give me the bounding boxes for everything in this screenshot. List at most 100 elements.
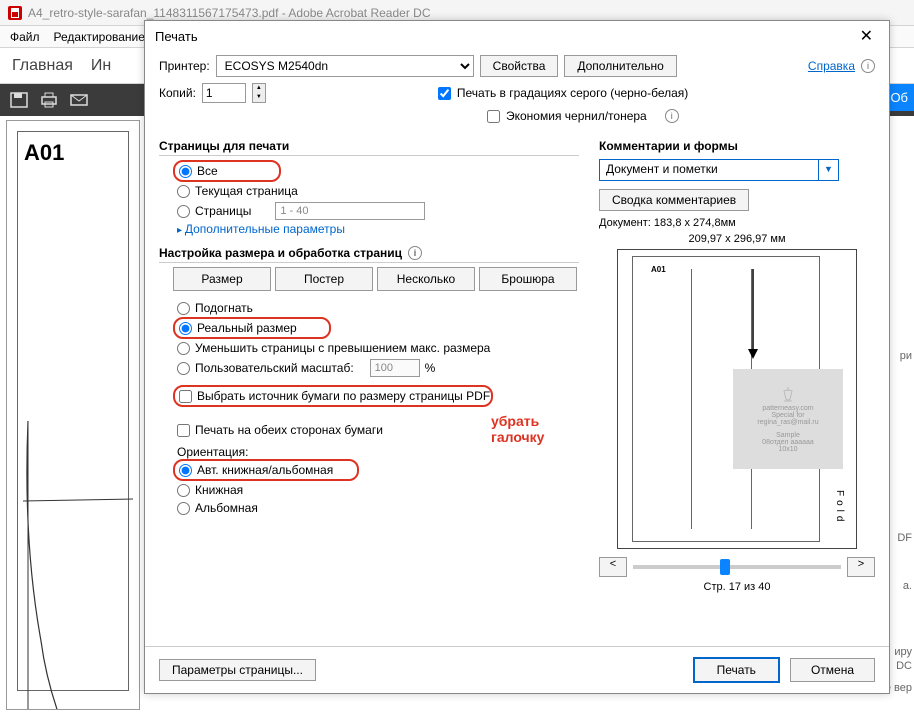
tab-booklet[interactable]: Брошюра xyxy=(479,267,577,291)
printer-select[interactable]: ECOSYS M2540dn xyxy=(216,55,474,77)
bg-text: ри xyxy=(900,350,912,362)
radio-orient-auto-label: Авт. книжная/альбомная xyxy=(197,463,333,477)
cancel-button[interactable]: Отмена xyxy=(790,658,875,682)
doc-page-label: A01 xyxy=(24,140,122,166)
slider-thumb[interactable] xyxy=(720,559,730,575)
radio-orient-landscape[interactable] xyxy=(177,502,190,515)
radio-shrink-label: Уменьшить страницы с превышением макс. р… xyxy=(195,341,490,355)
copies-input[interactable] xyxy=(202,83,246,103)
radio-actual-hl: Реальный размер xyxy=(173,317,331,339)
chevron-down-icon: ▼ xyxy=(818,160,838,180)
save-ink-checkbox[interactable] xyxy=(487,110,500,123)
radio-all-label: Все xyxy=(197,164,218,178)
pct-label: % xyxy=(425,361,436,375)
info-icon[interactable]: i xyxy=(408,246,422,260)
page-setup-button[interactable]: Параметры страницы... xyxy=(159,659,316,681)
orient-auto-hl: Авт. книжная/альбомная xyxy=(173,459,359,481)
tab-tools[interactable]: Ин xyxy=(91,57,111,75)
menu-file[interactable]: Файл xyxy=(10,30,40,44)
bg-text: иру xyxy=(894,646,912,658)
print-button[interactable]: Печать xyxy=(693,657,780,683)
left-column: Страницы для печати Все Текущая страница… xyxy=(159,129,579,646)
print-dialog: Печать ✕ Принтер: ECOSYS M2540dn Свойств… xyxy=(144,20,890,694)
radio-orient-portrait-label: Книжная xyxy=(195,483,243,497)
copies-spinner[interactable]: ▲▼ xyxy=(252,83,266,103)
close-icon[interactable]: ✕ xyxy=(854,24,879,48)
bg-text: а. xyxy=(903,580,912,592)
page-slider[interactable] xyxy=(633,565,841,569)
duplex-checkbox[interactable] xyxy=(177,424,190,437)
radio-orient-portrait[interactable] xyxy=(177,484,190,497)
radio-current[interactable] xyxy=(177,185,190,198)
custom-scale-input xyxy=(370,359,420,377)
summarize-button[interactable]: Сводка комментариев xyxy=(599,189,749,211)
copies-label: Копий: xyxy=(159,86,196,100)
tab-multiple[interactable]: Несколько xyxy=(377,267,475,291)
printer-label: Принтер: xyxy=(159,59,210,73)
save-ink-label: Экономия чернил/тонера xyxy=(506,109,647,123)
advanced-button[interactable]: Дополнительно xyxy=(564,55,676,77)
radio-orient-auto[interactable] xyxy=(179,464,192,477)
tab-home[interactable]: Главная xyxy=(12,57,73,75)
menu-edit[interactable]: Редактирование xyxy=(54,30,145,44)
duplex-label: Печать на обеих сторонах бумаги xyxy=(195,423,383,437)
pages-range-input[interactable] xyxy=(275,202,425,220)
paper-source-label: Выбрать источник бумаги по размеру стран… xyxy=(197,389,490,403)
more-options-link[interactable]: Дополнительные параметры xyxy=(159,222,579,236)
radio-actual[interactable] xyxy=(179,322,192,335)
radio-orient-landscape-label: Альбомная xyxy=(195,501,258,515)
radio-actual-label: Реальный размер xyxy=(197,321,297,335)
pages-header: Страницы для печати xyxy=(159,139,579,156)
right-column: Комментарии и формы Документ и пометки ▼… xyxy=(599,129,875,646)
radio-fit[interactable] xyxy=(177,302,190,315)
print-icon[interactable] xyxy=(40,92,58,108)
radio-all[interactable] xyxy=(179,165,192,178)
info-icon[interactable]: i xyxy=(665,109,679,123)
help-icon[interactable]: i xyxy=(861,59,875,73)
annotation-text: убрать xyxy=(491,413,539,429)
fold-label: Fold xyxy=(834,490,845,525)
print-preview: A01 patterneasy.comSpecial forregina_ras… xyxy=(617,249,857,549)
radio-custom[interactable] xyxy=(177,362,190,375)
radio-shrink[interactable] xyxy=(177,342,190,355)
watermark: patterneasy.comSpecial forregina_ras@mai… xyxy=(733,369,843,469)
tab-size[interactable]: Размер xyxy=(173,267,271,291)
size-header: Настройка размера и обработка страниц xyxy=(159,246,402,260)
mannequin-icon xyxy=(778,387,798,403)
next-page-button[interactable]: > xyxy=(847,557,875,577)
tab-poster[interactable]: Постер xyxy=(275,267,373,291)
radio-all-hl: Все xyxy=(173,160,281,182)
comments-combo-value: Документ и пометки xyxy=(600,160,818,180)
paper-source-hl: Выбрать источник бумаги по размеру стран… xyxy=(173,385,493,407)
comments-combo[interactable]: Документ и пометки ▼ xyxy=(599,159,839,181)
bg-text: DF xyxy=(897,532,912,544)
grayscale-label: Печать в градациях серого (черно-белая) xyxy=(457,86,688,100)
dialog-titlebar: Печать ✕ xyxy=(145,21,889,51)
orientation-label: Ориентация: xyxy=(159,445,579,459)
grayscale-checkbox[interactable] xyxy=(438,87,451,100)
radio-current-label: Текущая страница xyxy=(195,184,298,198)
help-link[interactable]: Справка xyxy=(808,59,855,73)
arrow-icon xyxy=(748,269,758,359)
radio-fit-label: Подогнать xyxy=(195,301,253,315)
annotation-text: галочку xyxy=(491,429,544,445)
dialog-title: Печать xyxy=(155,29,198,44)
prev-page-button[interactable]: < xyxy=(599,557,627,577)
radio-pages-label: Страницы xyxy=(195,204,251,218)
page-dimensions: 209,97 x 296,97 мм xyxy=(599,233,875,245)
comments-header: Комментарии и формы xyxy=(599,139,875,155)
page-indicator: Стр. 17 из 40 xyxy=(599,581,875,593)
radio-custom-label: Пользовательский масштаб: xyxy=(195,361,354,375)
dialog-footer: Параметры страницы... Печать Отмена xyxy=(145,646,889,693)
properties-button[interactable]: Свойства xyxy=(480,55,559,77)
save-icon[interactable] xyxy=(10,92,28,108)
mail-icon[interactable] xyxy=(70,92,88,108)
paper-source-checkbox[interactable] xyxy=(179,390,192,403)
preview-page-label: A01 xyxy=(651,265,666,274)
pattern-curve xyxy=(23,421,133,710)
app-title: A4_retro-style-sarafan_1148311567175473.… xyxy=(28,6,431,20)
document-dimensions: Документ: 183,8 x 274,8мм xyxy=(599,217,875,229)
radio-pages[interactable] xyxy=(177,205,190,218)
pdf-icon xyxy=(8,6,22,20)
bg-text: DC xyxy=(896,660,912,672)
